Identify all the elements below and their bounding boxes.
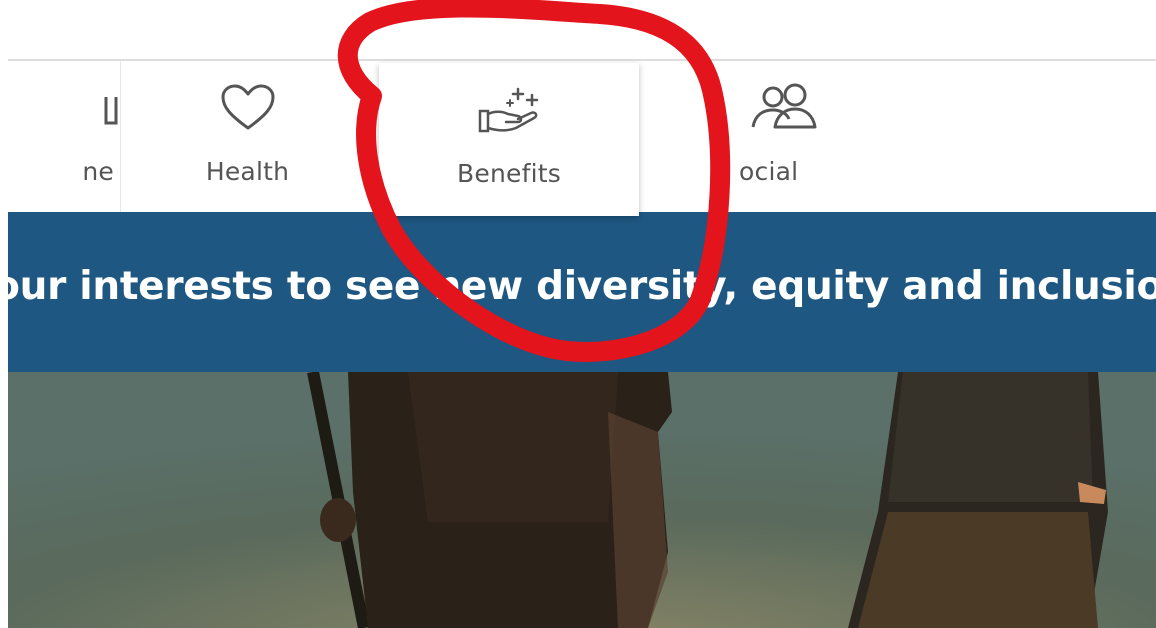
tab-home-label: ne (82, 157, 114, 186)
tab-health[interactable]: Health (121, 61, 374, 212)
tab-social-label: ocial (739, 157, 799, 186)
tab-social[interactable]: ocial (639, 61, 879, 212)
left-edge (0, 0, 8, 628)
hand-sparkles-icon (474, 85, 544, 143)
people-icon (749, 83, 819, 137)
hero-photo (8, 372, 1156, 628)
category-tabs: ne Health Benefits ocial (8, 61, 1156, 216)
dei-banner: your interests to see new diversity, equ… (8, 212, 1156, 372)
page: ne Health Benefits ocial your interests … (0, 0, 1156, 628)
tab-benefits-label: Benefits (457, 159, 561, 188)
people-silhouette-image (8, 372, 1156, 628)
heart-icon (220, 83, 276, 137)
home-icon (104, 83, 120, 133)
tab-health-label: Health (205, 157, 290, 186)
banner-text: your interests to see new diversity, equ… (8, 264, 1156, 309)
tab-home[interactable]: ne (0, 61, 121, 212)
tab-benefits[interactable]: Benefits (379, 63, 639, 216)
